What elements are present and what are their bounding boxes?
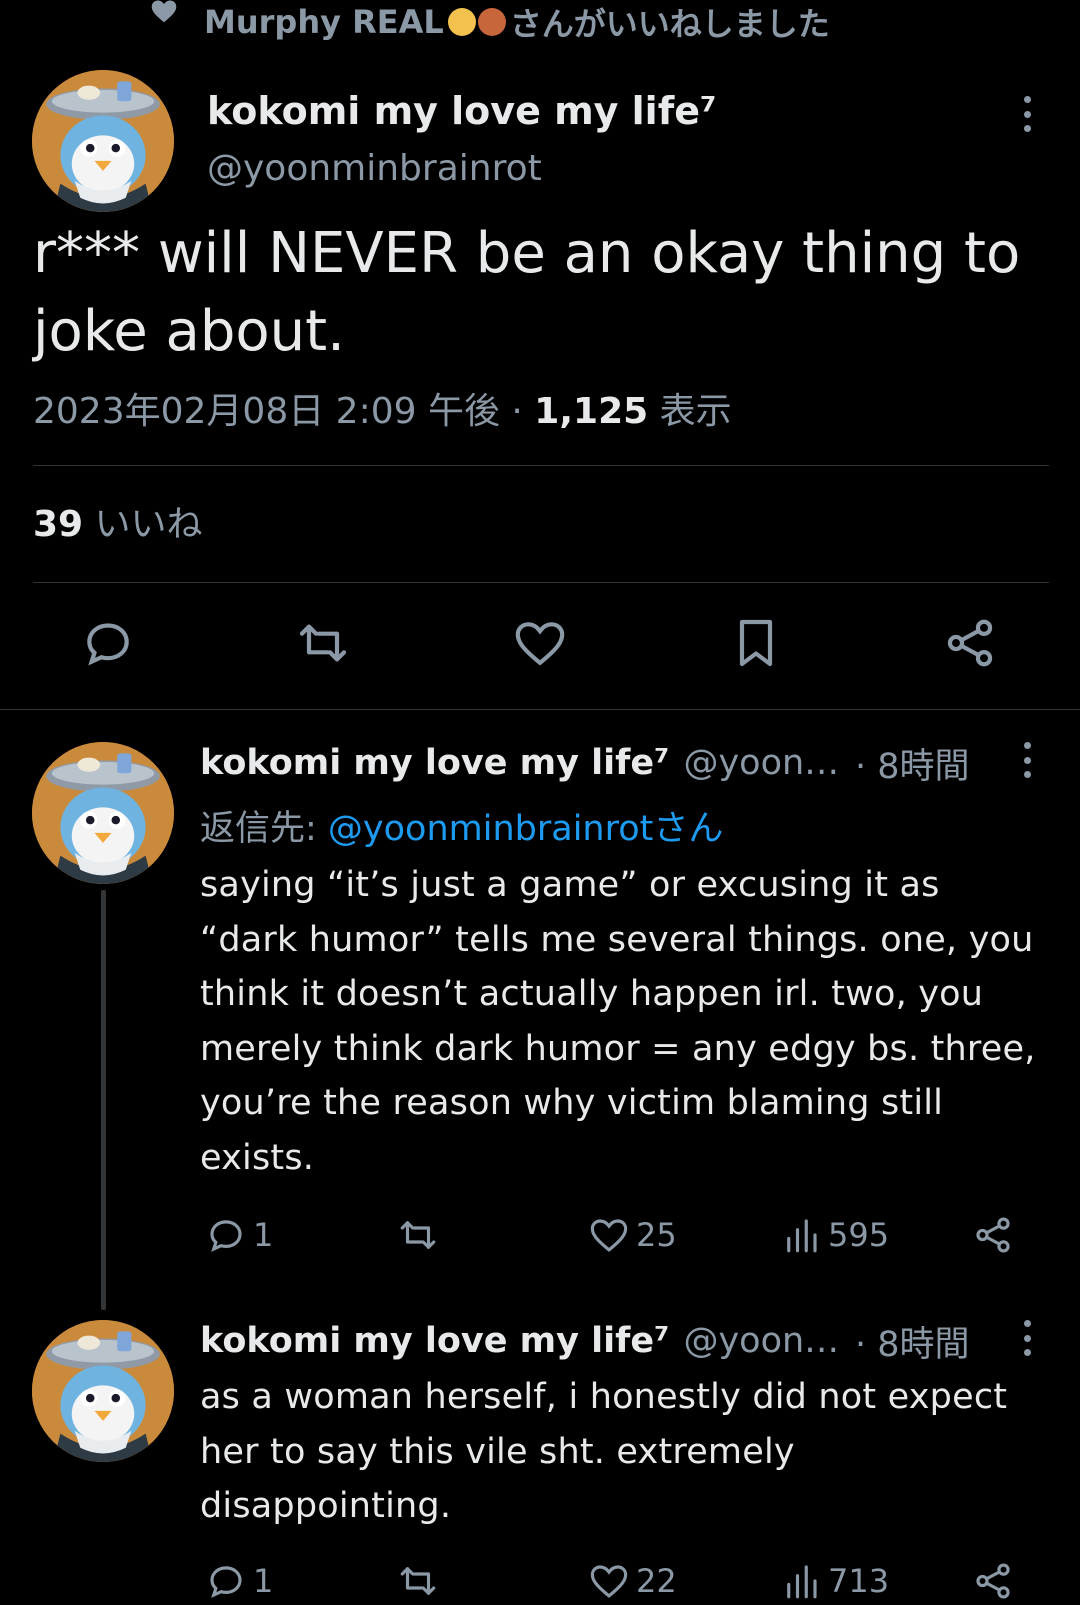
liked-by-user[interactable]: Murphy REAL (204, 3, 444, 41)
avatar[interactable] (32, 70, 174, 212)
views-label: 表示 (648, 391, 732, 432)
like-button[interactable]: 25 (588, 1212, 677, 1258)
views-chart-icon (787, 1565, 817, 1599)
reply-button[interactable]: 1 (205, 1558, 273, 1604)
retweet-icon (400, 1567, 436, 1595)
reply-button[interactable] (80, 615, 136, 671)
display-name[interactable]: kokomi my love my life⁷ (207, 82, 717, 140)
divider (33, 582, 1049, 583)
tweet-text: r*** will NEVER be an okay thing to joke… (33, 221, 1021, 364)
views-button[interactable]: 713 (780, 1558, 889, 1604)
reply-button[interactable]: 1 (205, 1212, 273, 1258)
retweet-icon (400, 1221, 436, 1249)
avatar-image (32, 742, 174, 884)
like-button[interactable] (512, 615, 568, 671)
reply-icon (210, 1566, 242, 1598)
views-chart-icon (787, 1219, 817, 1253)
more-vertical-icon[interactable] (1021, 1320, 1033, 1356)
more-vertical-icon[interactable] (1021, 96, 1033, 132)
more-vertical-icon[interactable] (1021, 742, 1033, 778)
avatar-image (32, 1320, 174, 1462)
bookmark-icon (739, 619, 773, 667)
reply-to-line: 返信先: @yoonminbrainrotさん (200, 800, 723, 851)
view-count: 713 (828, 1562, 890, 1600)
reply-action-bar: 1 25 595 (0, 1212, 1080, 1258)
reply-to-mention[interactable]: @yoonminbrainrotさん (328, 809, 723, 849)
share-button[interactable] (972, 1558, 1020, 1604)
display-name[interactable]: kokomi my love my life⁷ (200, 1321, 669, 1361)
main-tweet-header: kokomi my love my life⁷ @yoonminbrainrot (207, 82, 717, 198)
like-button[interactable]: 22 (588, 1558, 677, 1604)
user-handle[interactable]: @yoon… (683, 1321, 839, 1361)
reply-icon (210, 1220, 242, 1252)
bookmark-button[interactable] (728, 615, 784, 671)
reply-to-prefix: 返信先: (200, 809, 328, 849)
likes-count: 39 (33, 504, 84, 545)
divider (0, 709, 1080, 710)
likes-summary[interactable]: 39 いいね (33, 495, 203, 547)
likes-label: いいね (83, 504, 203, 545)
reply-time[interactable]: · 8時間 (855, 1316, 970, 1367)
fairy-emoji-icon (447, 8, 476, 36)
liked-suffix: さんがいいねしました (509, 5, 830, 43)
reply-header: kokomi my love my life⁷ @yoon… · 8時間 (200, 1313, 970, 1369)
social-context[interactable]: Murphy REAL さんがいいねしました (150, 0, 830, 44)
share-icon (947, 619, 993, 667)
user-emoji (447, 8, 506, 36)
display-name[interactable]: kokomi my love my life⁷ (200, 743, 669, 783)
like-count: 22 (636, 1562, 677, 1600)
heart-outline-icon (590, 1565, 628, 1598)
reply-icon (87, 623, 129, 666)
share-button[interactable] (942, 615, 998, 671)
view-count: 595 (828, 1216, 890, 1254)
share-icon (976, 1217, 1010, 1253)
user-handle[interactable]: @yoonminbrainrot (207, 140, 717, 198)
tweet-timestamp[interactable]: 2023年02月08日 2:09 午後 · (33, 391, 534, 432)
views-button[interactable]: 595 (780, 1212, 889, 1258)
avatar-image (32, 70, 174, 212)
heart-outline-icon (515, 622, 565, 666)
reply-action-bar: 1 22 713 (0, 1558, 1080, 1604)
tweet-action-bar (0, 615, 1080, 675)
share-icon (976, 1563, 1010, 1599)
reply-count: 1 (253, 1216, 274, 1254)
reply-time[interactable]: · 8時間 (855, 738, 970, 789)
user-handle[interactable]: @yoon… (683, 743, 839, 783)
avatar[interactable] (32, 742, 174, 884)
avatar[interactable] (32, 1320, 174, 1462)
divider (33, 465, 1049, 466)
reply-text: saying “it’s just a game” or excusing it… (200, 865, 1036, 1178)
retweet-icon (299, 624, 347, 662)
heart-outline-icon (590, 1219, 628, 1252)
leaves-emoji-icon (477, 8, 506, 36)
retweet-button[interactable] (295, 615, 351, 671)
reply-text: as a woman herself, i honestly did not e… (200, 1377, 1008, 1526)
tweet-meta: 2023年02月08日 2:09 午後 · 1,125 表示 (33, 382, 732, 434)
retweet-button[interactable] (397, 1212, 445, 1258)
share-button[interactable] (972, 1212, 1020, 1258)
heart-icon (151, 0, 177, 23)
retweet-button[interactable] (397, 1558, 445, 1604)
like-count: 25 (636, 1216, 677, 1254)
reply-header: kokomi my love my life⁷ @yoon… · 8時間 (200, 735, 970, 791)
views-count: 1,125 (534, 391, 649, 432)
reply-count: 1 (253, 1562, 274, 1600)
